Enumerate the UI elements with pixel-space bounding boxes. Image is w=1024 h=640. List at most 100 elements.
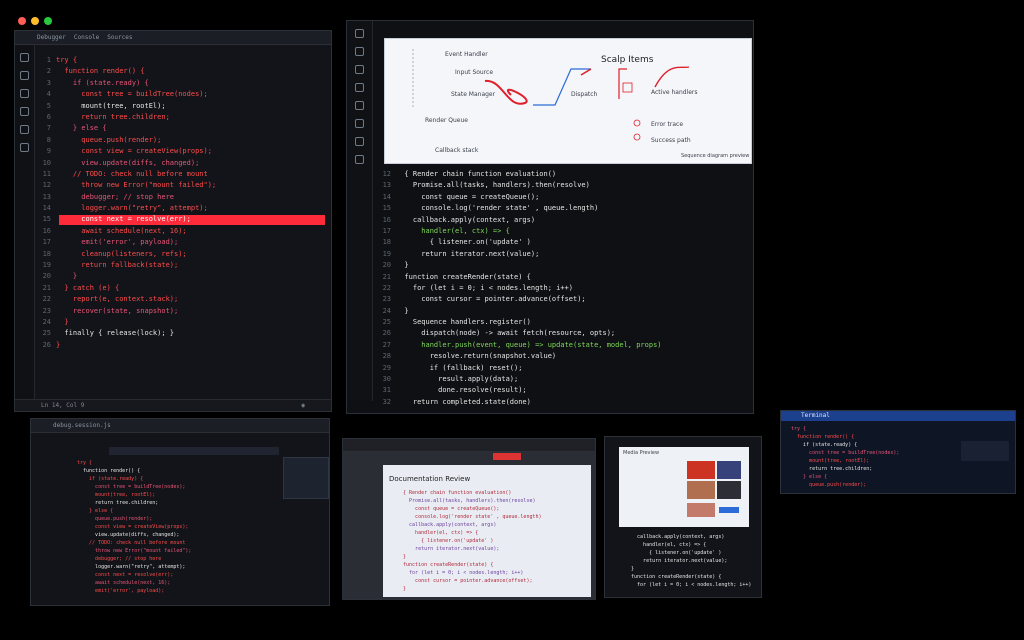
branch-icon[interactable] xyxy=(20,89,29,98)
search-icon[interactable] xyxy=(20,71,29,80)
code-line[interactable]: 16 callback.apply(context, args) xyxy=(377,215,749,226)
code-line[interactable]: 7 } else { xyxy=(37,123,327,134)
code-line[interactable]: 19 return fallback(state); xyxy=(37,260,327,271)
code-line[interactable]: 26} xyxy=(37,340,327,351)
record-button[interactable] xyxy=(493,453,521,460)
files-icon[interactable] xyxy=(20,53,29,62)
code-line[interactable]: 21 } catch (e) { xyxy=(37,283,327,294)
account-icon[interactable] xyxy=(355,137,364,146)
code-line: if (state.ready) { xyxy=(77,476,144,482)
branch-icon[interactable] xyxy=(355,65,364,74)
code-line[interactable]: 5 mount(tree, rootEl); xyxy=(37,101,327,112)
close-icon[interactable] xyxy=(18,17,26,25)
code-line[interactable]: 20 } xyxy=(377,260,749,271)
code-line[interactable]: 15 console.log('render state' , queue.le… xyxy=(377,203,749,214)
tab-sources[interactable]: Sources xyxy=(107,34,132,41)
code-text: recover(state, snapshot); xyxy=(56,306,179,315)
code-line[interactable]: 13 debugger; // stop here xyxy=(37,192,327,203)
document-panel: Documentation Review { Render chain func… xyxy=(342,438,596,600)
code-line[interactable]: 8 queue.push(render); xyxy=(37,135,327,146)
code-line[interactable]: 32 return completed.state(done) xyxy=(377,397,749,408)
code-line: const queue = createQueue(); xyxy=(397,506,500,512)
code-line[interactable]: 11 // TODO: check null before mount xyxy=(37,169,327,180)
files-icon[interactable] xyxy=(355,29,364,38)
code-line[interactable]: 4 const tree = buildTree(nodes); xyxy=(37,89,327,100)
open-button[interactable] xyxy=(719,507,739,513)
line-number: 16 xyxy=(382,215,391,224)
status-position: Ln 14, Col 9 xyxy=(41,402,85,409)
code-line[interactable]: 23 recover(state, snapshot); xyxy=(37,306,327,317)
code-line[interactable]: 24 } xyxy=(37,317,327,328)
bottom-editor-titlebar: debug.session.js xyxy=(31,419,329,433)
debug-icon[interactable] xyxy=(20,107,29,116)
code-line[interactable]: 26 dispatch(node) -> await fetch(resourc… xyxy=(377,328,749,339)
line-number: 30 xyxy=(382,375,391,384)
settings-icon[interactable] xyxy=(20,143,29,152)
extensions-icon[interactable] xyxy=(20,125,29,134)
code-line[interactable]: 29 if (fallback) reset(); xyxy=(377,363,749,374)
tab-debugger[interactable]: Debugger xyxy=(37,34,66,41)
extensions-icon[interactable] xyxy=(355,101,364,110)
search-icon[interactable] xyxy=(355,47,364,56)
debug-icon[interactable] xyxy=(355,83,364,92)
code-line[interactable]: 12 { Render chain function evaluation() xyxy=(377,169,749,180)
code-text: view.update(diffs, changed); xyxy=(56,158,200,167)
code-line[interactable]: 22 for (let i = 0; i < nodes.length; i++… xyxy=(377,283,749,294)
code-line[interactable]: 24 } xyxy=(377,306,749,317)
code-line[interactable]: 6 return tree.children; xyxy=(37,112,327,123)
terminal-icon[interactable] xyxy=(355,119,364,128)
code-line[interactable]: 31 done.resolve(result); xyxy=(377,385,749,396)
code-line[interactable]: 18 cleanup(listeners, refs); xyxy=(37,249,327,260)
mini-code-area[interactable]: try { function render() { if (state.read… xyxy=(77,459,277,599)
code-line[interactable]: 18 { listener.on('update' ) xyxy=(377,237,749,248)
code-line[interactable]: 17 handler(el, ctx) => { xyxy=(377,226,749,237)
diagram-arrows xyxy=(412,49,690,141)
code-line[interactable]: 15 const next = resolve(err); xyxy=(37,214,327,225)
settings-icon[interactable] xyxy=(355,155,364,164)
code-line[interactable]: 25 Sequence handlers.register() xyxy=(377,317,749,328)
search-bar[interactable] xyxy=(109,447,279,455)
code-line[interactable]: 30 result.apply(data); xyxy=(377,374,749,385)
code-line[interactable]: 9 const view = createView(props); xyxy=(37,146,327,157)
code-line[interactable]: 28 resolve.return(snapshot.value) xyxy=(377,351,749,362)
code-line[interactable]: 16 await schedule(next, 16); xyxy=(37,226,327,237)
code-line[interactable]: 20 } xyxy=(37,271,327,282)
code-line[interactable]: 19 return iterator.next(value); xyxy=(377,249,749,260)
image-thumbnail[interactable] xyxy=(717,461,741,479)
image-thumbnail[interactable] xyxy=(687,461,715,479)
code-line: return iterator.next(value); xyxy=(397,546,500,552)
code-line: Promise.all(tasks, handlers).then(resolv… xyxy=(397,498,536,504)
code-line[interactable]: 3 if (state.ready) { xyxy=(37,78,327,89)
code-line[interactable]: 21 function createRender(state) { xyxy=(377,272,749,283)
code-line[interactable]: 1 try { xyxy=(37,55,327,66)
code-line[interactable]: 2 function render() { xyxy=(37,66,327,77)
line-number: 21 xyxy=(382,272,391,281)
code-line[interactable]: 17 emit('error', payload); xyxy=(37,237,327,248)
code-line[interactable]: 27 handler.push(event, queue) => update(… xyxy=(377,340,749,351)
image-thumbnail[interactable] xyxy=(687,503,715,517)
maximize-icon[interactable] xyxy=(44,17,52,25)
code-text: { Render chain function evaluation() xyxy=(396,170,557,178)
left-code-area[interactable]: 1 try {2 function render() {3 if (state.r… xyxy=(37,55,327,395)
minimize-icon[interactable] xyxy=(31,17,39,25)
code-line[interactable]: 12 throw new Error("mount failed"); xyxy=(37,180,327,191)
image-thumbnail[interactable] xyxy=(687,481,715,499)
tab-console[interactable]: Console xyxy=(74,34,99,41)
code-line[interactable]: 25 finally { release(lock); } xyxy=(37,328,327,339)
panel-title[interactable]: debug.session.js xyxy=(53,422,111,429)
line-number: 21 xyxy=(42,283,51,292)
line-number: 13 xyxy=(42,192,51,201)
code-text: } xyxy=(56,272,78,281)
code-line[interactable]: 22 report(e, context.stack); xyxy=(37,294,327,305)
image-thumbnail[interactable] xyxy=(717,481,741,499)
code-line: queue.push(render); xyxy=(77,516,153,522)
code-line[interactable]: 14 const queue = createQueue(); xyxy=(377,192,749,203)
center-code-area[interactable]: 12 { Render chain function evaluation() 1… xyxy=(377,169,749,409)
code-line[interactable]: 14 logger.warn("retry", attempt); xyxy=(37,203,327,214)
code-text: } xyxy=(56,317,69,326)
code-line[interactable]: 10 view.update(diffs, changed); xyxy=(37,158,327,169)
terminal-side xyxy=(961,441,1009,461)
line-number: 6 xyxy=(46,112,51,121)
code-line[interactable]: 23 const cursor = pointer.advance(offset… xyxy=(377,294,749,305)
code-line[interactable]: 13 Promise.all(tasks, handlers).then(res… xyxy=(377,180,749,191)
